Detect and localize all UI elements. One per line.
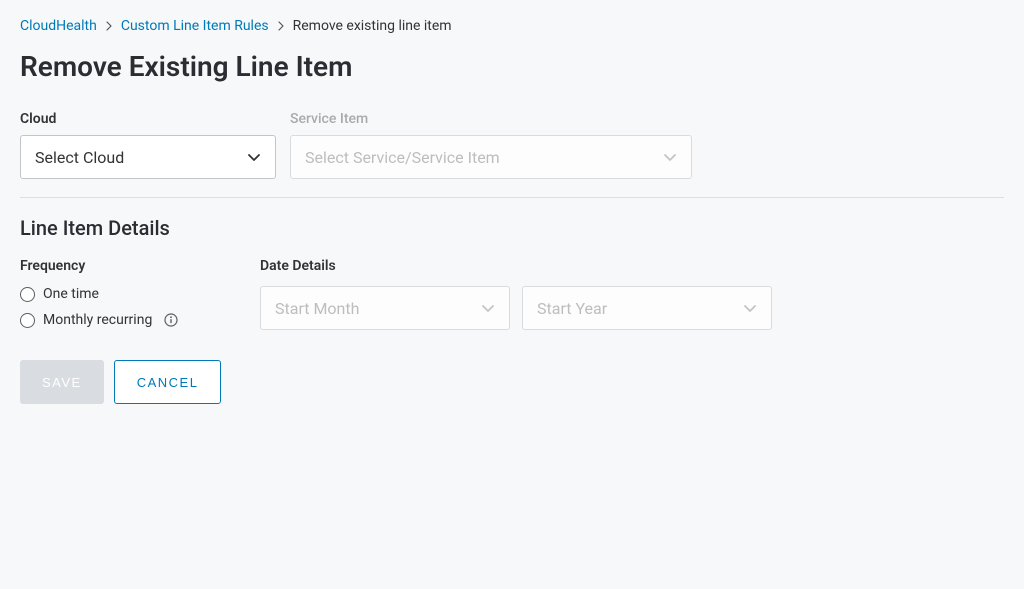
frequency-one-time-radio[interactable]: One time bbox=[20, 286, 220, 302]
cloud-select-placeholder: Select Cloud bbox=[35, 148, 124, 167]
radio-icon bbox=[20, 313, 35, 328]
frequency-monthly-radio[interactable]: Monthly recurring bbox=[20, 312, 220, 328]
radio-icon bbox=[20, 287, 35, 302]
start-year-select[interactable]: Start Year bbox=[522, 286, 772, 330]
start-year-placeholder: Start Year bbox=[537, 299, 607, 318]
button-row: Save Cancel bbox=[20, 360, 1004, 404]
cloud-select[interactable]: Select Cloud bbox=[20, 135, 276, 179]
save-button: Save bbox=[20, 360, 104, 404]
chevron-down-icon bbox=[663, 153, 677, 162]
page-title: Remove Existing Line Item bbox=[20, 50, 1004, 83]
cloud-service-row: Cloud Select Cloud Service Item Select S… bbox=[20, 111, 1004, 179]
details-row: Frequency One time Monthly recurring Dat… bbox=[20, 258, 1004, 330]
info-icon[interactable] bbox=[164, 313, 178, 327]
breadcrumb-parent-link[interactable]: Custom Line Item Rules bbox=[121, 18, 269, 34]
start-month-select[interactable]: Start Month bbox=[260, 286, 510, 330]
service-item-select: Select Service/Service Item bbox=[290, 135, 692, 179]
cloud-field-group: Cloud Select Cloud bbox=[20, 111, 276, 179]
service-item-select-placeholder: Select Service/Service Item bbox=[305, 148, 500, 167]
date-details-label: Date Details bbox=[260, 258, 772, 274]
chevron-right-icon bbox=[277, 21, 285, 31]
service-item-field-group: Service Item Select Service/Service Item bbox=[290, 111, 692, 179]
frequency-monthly-label: Monthly recurring bbox=[43, 312, 152, 328]
chevron-right-icon bbox=[105, 21, 113, 31]
divider bbox=[20, 197, 1004, 198]
section-title: Line Item Details bbox=[20, 216, 1004, 240]
frequency-label: Frequency bbox=[20, 258, 220, 274]
start-month-placeholder: Start Month bbox=[275, 299, 359, 318]
date-selects: Start Month Start Year bbox=[260, 286, 772, 330]
chevron-down-icon bbox=[743, 304, 757, 313]
date-details-group: Date Details Start Month Start Year bbox=[260, 258, 772, 330]
chevron-down-icon bbox=[481, 304, 495, 313]
cloud-label: Cloud bbox=[20, 111, 276, 127]
breadcrumb-root-link[interactable]: CloudHealth bbox=[20, 18, 97, 34]
cancel-button[interactable]: Cancel bbox=[114, 360, 222, 404]
breadcrumb-current: Remove existing line item bbox=[293, 18, 452, 34]
chevron-down-icon bbox=[247, 153, 261, 162]
breadcrumb: CloudHealth Custom Line Item Rules Remov… bbox=[20, 18, 1004, 34]
frequency-group: Frequency One time Monthly recurring bbox=[20, 258, 220, 328]
frequency-one-time-label: One time bbox=[43, 286, 99, 302]
service-item-label: Service Item bbox=[290, 111, 692, 127]
